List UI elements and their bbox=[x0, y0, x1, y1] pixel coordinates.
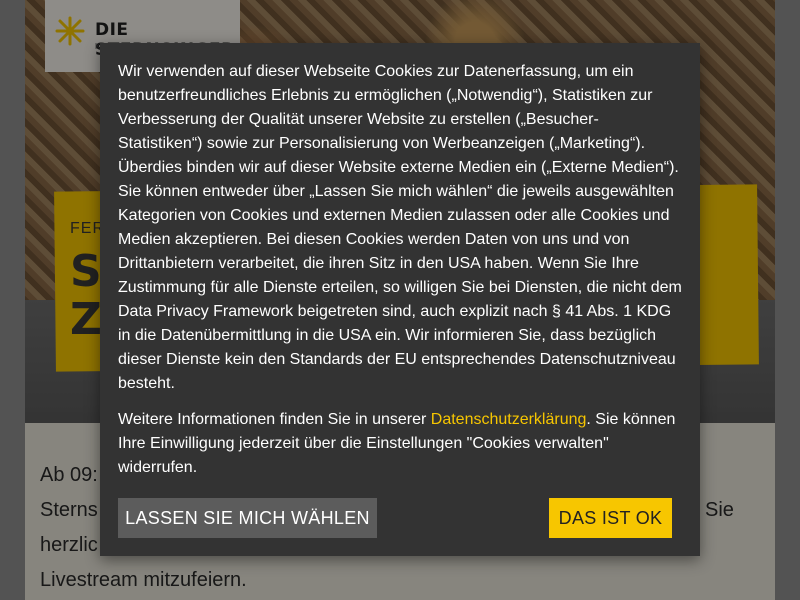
more-info-text-before: Weitere Informationen finden Sie in unse… bbox=[118, 411, 431, 428]
cookie-button-row: LASSEN SIE MICH WÄHLEN DAS IST OK bbox=[118, 498, 672, 538]
cookie-description: Wir verwenden auf dieser Webseite Cookie… bbox=[118, 63, 682, 392]
cookie-consent-dialog: Wir verwenden auf dieser Webseite Cookie… bbox=[100, 43, 700, 556]
accept-all-button[interactable]: DAS IST OK bbox=[549, 498, 672, 538]
privacy-policy-link[interactable]: Datenschutzerklärung bbox=[431, 411, 587, 428]
let-me-choose-button[interactable]: LASSEN SIE MICH WÄHLEN bbox=[118, 498, 377, 538]
cookie-more-info: Weitere Informationen finden Sie in unse… bbox=[118, 408, 682, 480]
